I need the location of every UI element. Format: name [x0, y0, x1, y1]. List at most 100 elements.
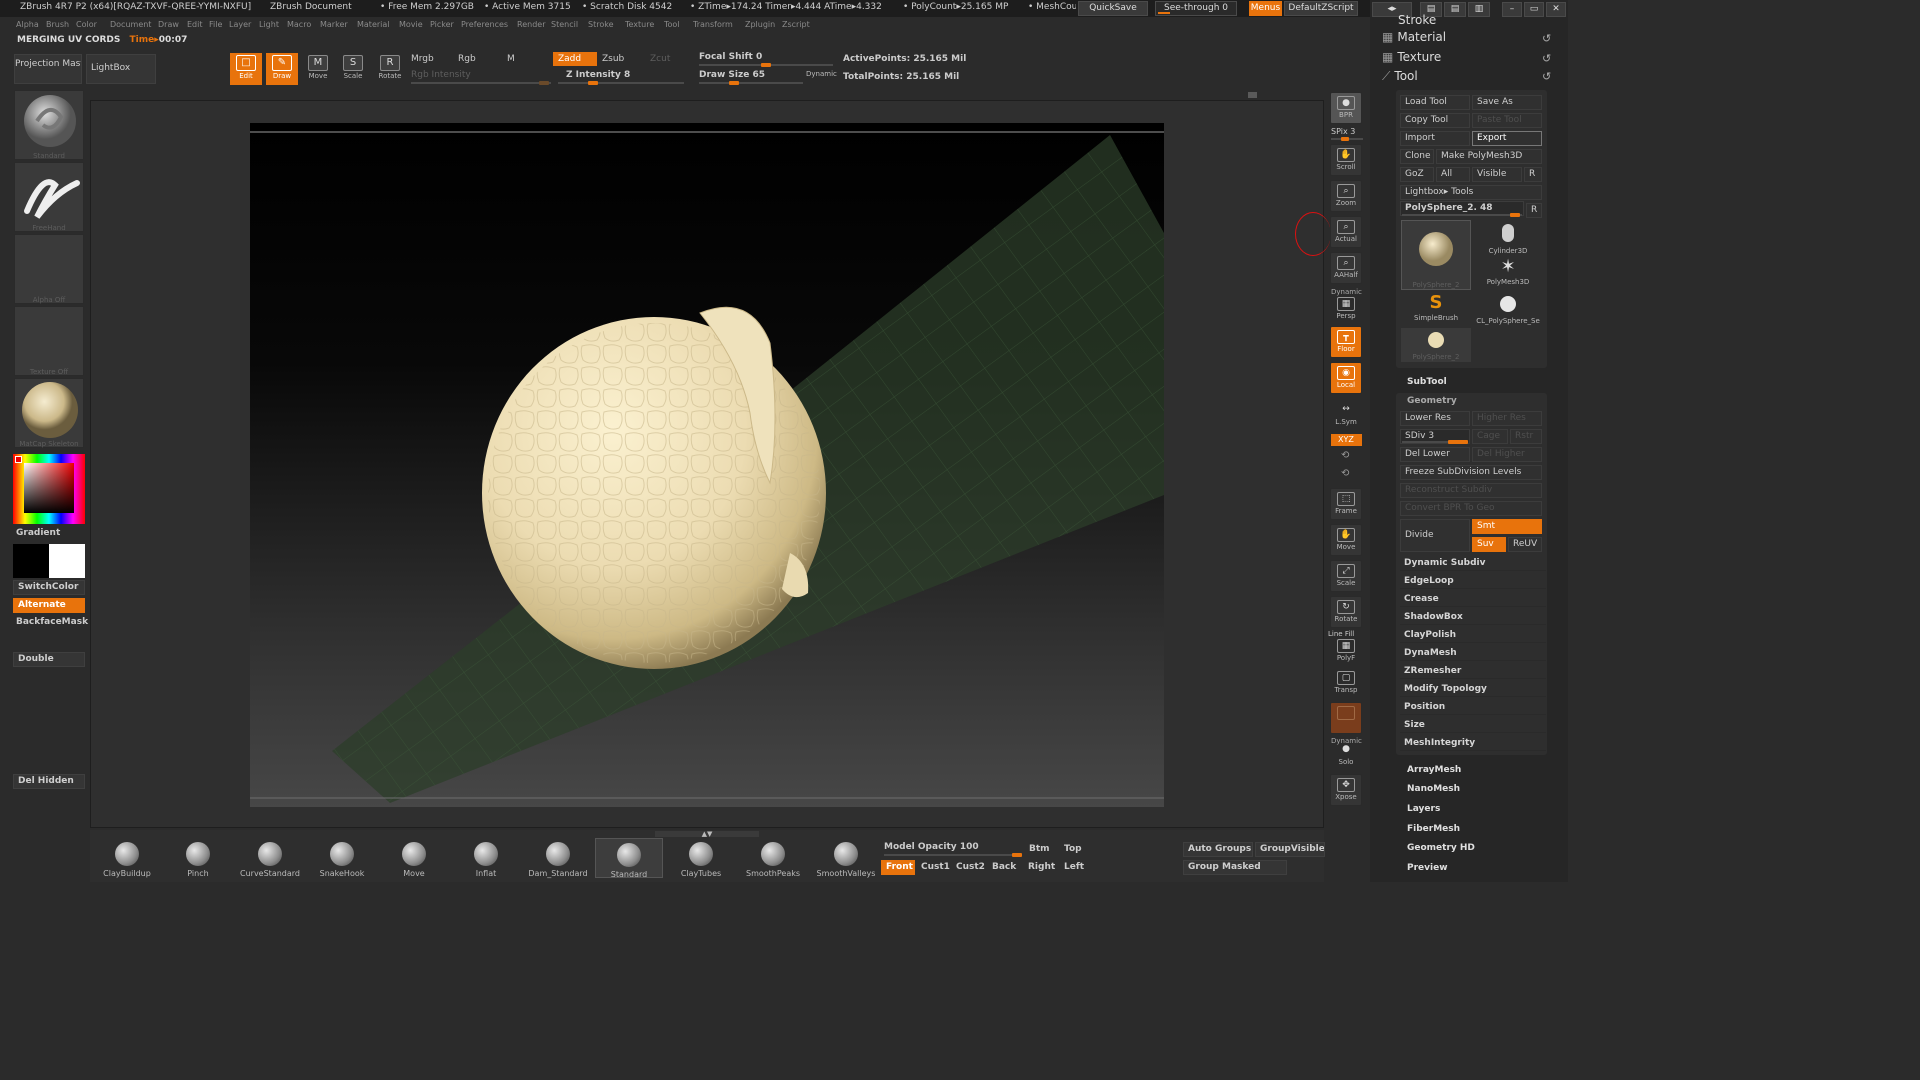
- tool-thumb-cylinder[interactable]: Cylinder3D: [1474, 220, 1542, 255]
- stroke-section[interactable]: Stroke: [1398, 13, 1436, 25]
- main-color-swatch[interactable]: [13, 544, 49, 578]
- polyf-button[interactable]: ▦ PolyF: [1330, 636, 1362, 668]
- zcut-button[interactable]: Zcut: [650, 54, 670, 64]
- brush-curvestandard[interactable]: CurveStandard: [239, 838, 301, 878]
- rotate-tool-button[interactable]: R Rotate: [374, 53, 406, 85]
- frame-button[interactable]: ⬚ Frame: [1330, 488, 1362, 520]
- shelf-expand-icon[interactable]: ▲▼: [655, 831, 759, 838]
- dynamesh-item[interactable]: DynaMesh: [1400, 645, 1546, 661]
- brush-standard[interactable]: Standard: [595, 838, 663, 879]
- import-button[interactable]: Import: [1400, 131, 1470, 146]
- brush-snakehook[interactable]: SnakeHook: [311, 838, 373, 878]
- brush-move[interactable]: Move: [383, 838, 445, 878]
- divide-button[interactable]: Divide: [1400, 519, 1470, 552]
- goz-all-button[interactable]: All: [1436, 167, 1470, 182]
- zadd-button[interactable]: Zadd: [553, 52, 597, 66]
- menu-texture[interactable]: Texture: [625, 20, 654, 29]
- material-thumbnail[interactable]: MatCap Skeleton: [14, 378, 84, 448]
- texture-reset-icon[interactable]: ↺: [1542, 52, 1551, 65]
- scroll-button[interactable]: ✋ Scroll: [1330, 144, 1362, 176]
- modify-topology-item[interactable]: Modify Topology: [1400, 681, 1546, 697]
- size-item[interactable]: Size: [1400, 717, 1546, 733]
- focal-shift-slider[interactable]: Focal Shift 0: [699, 52, 762, 62]
- layout-icon-3[interactable]: ▥: [1468, 2, 1490, 17]
- del-hidden-button[interactable]: Del Hidden: [13, 774, 85, 789]
- tool-thumb-simplebrush[interactable]: S SimpleBrush: [1401, 292, 1471, 326]
- focal-shift-track[interactable]: [699, 63, 833, 67]
- menu-preferences[interactable]: Preferences: [461, 20, 508, 29]
- brush-smoothvalleys[interactable]: SmoothValleys: [814, 838, 878, 878]
- goz-r-button[interactable]: R: [1524, 167, 1542, 182]
- z-intensity-slider[interactable]: Z Intensity 8: [566, 70, 630, 80]
- del-lower-button[interactable]: Del Lower: [1400, 447, 1470, 462]
- suv-toggle[interactable]: Suv: [1472, 537, 1506, 552]
- brush-claytubes[interactable]: ClayTubes: [670, 838, 732, 878]
- sym-y-icon[interactable]: ⟲: [1341, 450, 1349, 461]
- close-icon[interactable]: ✕: [1546, 2, 1566, 17]
- brush-thumbnail[interactable]: Standard: [14, 90, 84, 160]
- del-higher-button[interactable]: Del Higher: [1472, 447, 1542, 462]
- view-btm-button[interactable]: Btm: [1029, 844, 1050, 854]
- menu-macro[interactable]: Macro: [287, 20, 311, 29]
- goz-visible-button[interactable]: Visible: [1472, 167, 1522, 182]
- save-as-button[interactable]: Save As: [1472, 95, 1542, 110]
- menu-color[interactable]: Color: [76, 20, 97, 29]
- 3d-canvas[interactable]: [250, 123, 1164, 807]
- color-picker-square[interactable]: [24, 463, 74, 513]
- brush-inflat[interactable]: Inflat: [455, 838, 517, 878]
- switch-color-button[interactable]: SwitchColor: [13, 580, 85, 595]
- menu-stencil[interactable]: Stencil: [551, 20, 578, 29]
- rgb-intensity-track[interactable]: [411, 81, 551, 85]
- view-right-button[interactable]: Right: [1028, 862, 1055, 872]
- alternate-button[interactable]: Alternate: [13, 598, 85, 613]
- freeze-subdivision-button[interactable]: Freeze SubDivision Levels: [1400, 465, 1542, 480]
- secondary-color-swatch[interactable]: [49, 544, 85, 578]
- menu-stroke[interactable]: Stroke: [588, 20, 614, 29]
- alpha-thumbnail[interactable]: Alpha Off: [14, 234, 84, 304]
- color-picker[interactable]: [13, 454, 85, 524]
- default-zscript-button[interactable]: DefaultZScript: [1284, 1, 1358, 16]
- maximize-icon[interactable]: ▭: [1524, 2, 1544, 17]
- m-button[interactable]: M: [507, 54, 515, 64]
- spix-track[interactable]: [1331, 137, 1363, 141]
- lightbox-tools-button[interactable]: Lightbox▸ Tools: [1400, 185, 1542, 200]
- menu-picker[interactable]: Picker: [430, 20, 454, 29]
- make-polymesh-button[interactable]: Make PolyMesh3D: [1436, 149, 1542, 164]
- viewport-scroll-handle[interactable]: [1248, 92, 1257, 98]
- menu-zscript[interactable]: Zscript: [782, 20, 810, 29]
- menu-render[interactable]: Render: [517, 20, 545, 29]
- brush-smoothpeaks[interactable]: SmoothPeaks: [742, 838, 804, 878]
- view-back-button[interactable]: Back: [992, 862, 1016, 872]
- aahalf-button[interactable]: ⌕ AAHalf: [1330, 252, 1362, 284]
- fibermesh-section[interactable]: FiberMesh: [1407, 824, 1460, 834]
- geometry-hd-section[interactable]: Geometry HD: [1407, 843, 1475, 853]
- menu-transform[interactable]: Transform: [693, 20, 733, 29]
- dynamic-subdiv-item[interactable]: Dynamic Subdiv: [1400, 555, 1546, 571]
- draw-tool-button[interactable]: ✎ Draw: [266, 53, 298, 85]
- draw-size-slider[interactable]: Draw Size 65: [699, 70, 765, 80]
- current-tool-track[interactable]: [1402, 213, 1522, 217]
- layout-icon-2[interactable]: ▤: [1444, 2, 1466, 17]
- menu-alpha[interactable]: Alpha: [16, 20, 39, 29]
- view-left-button[interactable]: Left: [1064, 862, 1084, 872]
- menu-file[interactable]: File: [209, 20, 222, 29]
- move-tool-button[interactable]: M Move: [302, 53, 334, 85]
- reuv-button[interactable]: ReUV: [1508, 537, 1542, 552]
- dynamic-toggle[interactable]: Dynamic: [806, 70, 837, 78]
- double-button[interactable]: Double: [13, 652, 85, 667]
- subtool-section[interactable]: SubTool: [1407, 377, 1447, 387]
- tool-thumb-polysphere-main[interactable]: PolySphere_2: [1401, 220, 1471, 290]
- arraymesh-section[interactable]: ArrayMesh: [1407, 765, 1461, 775]
- edgeloop-item[interactable]: EdgeLoop: [1400, 573, 1546, 589]
- floor-button[interactable]: ┳ Floor: [1330, 326, 1362, 358]
- menu-movie[interactable]: Movie: [399, 20, 423, 29]
- cage-button[interactable]: Cage: [1472, 429, 1508, 444]
- z-intensity-track[interactable]: [558, 81, 684, 85]
- quicksave-button[interactable]: QuickSave: [1078, 1, 1148, 16]
- tool-thumb-cl-polysphere[interactable]: CL_PolySphere_Se: [1474, 292, 1542, 326]
- minimize-icon[interactable]: –: [1502, 2, 1522, 17]
- tool-section[interactable]: ⟋ Tool: [1382, 69, 1418, 84]
- brush-claybuildup[interactable]: ClayBuildup: [96, 838, 158, 878]
- meshintegrity-item[interactable]: MeshIntegrity: [1400, 735, 1546, 751]
- copy-tool-button[interactable]: Copy Tool: [1400, 113, 1470, 128]
